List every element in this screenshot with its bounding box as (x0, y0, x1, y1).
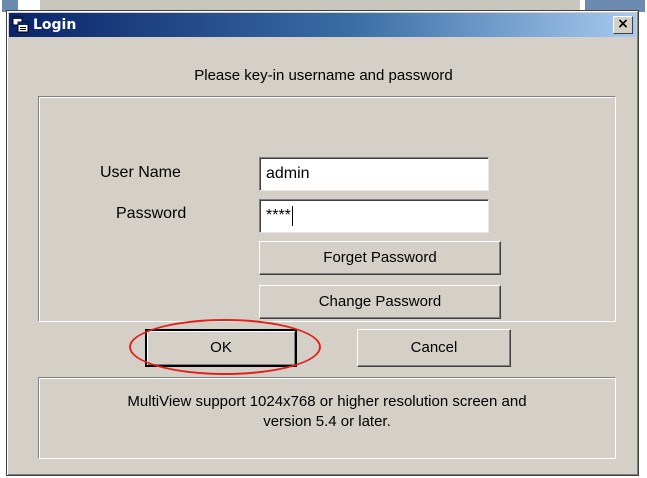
close-icon: × (617, 16, 629, 32)
resolution-notice: MultiView support 1024x768 or higher res… (38, 377, 616, 459)
login-dialog: Login × Please key-in username and passw… (6, 10, 639, 476)
username-field[interactable]: admin (259, 157, 489, 191)
notice-line-1: MultiView support 1024x768 or higher res… (127, 393, 527, 410)
username-value: admin (266, 165, 310, 182)
password-value: **** (266, 207, 291, 224)
close-button[interactable]: × (613, 16, 633, 34)
app-windows-icon (12, 16, 30, 34)
title-bar[interactable]: Login × (9, 13, 636, 37)
password-label: Password (116, 205, 187, 222)
ok-button[interactable]: OK (145, 329, 297, 367)
window-title: Login (33, 17, 77, 33)
change-password-button[interactable]: Change Password (259, 285, 501, 319)
text-caret (291, 205, 293, 226)
login-prompt: Please key-in username and password (194, 67, 453, 84)
password-field[interactable]: **** (259, 199, 489, 233)
username-label: User Name (100, 164, 181, 181)
forget-password-button[interactable]: Forget Password (259, 241, 501, 275)
cancel-button[interactable]: Cancel (357, 329, 511, 367)
credentials-group: User Name admin Password **** Forget Pas… (38, 96, 616, 322)
notice-line-2: version 5.4 or later. (263, 413, 391, 430)
